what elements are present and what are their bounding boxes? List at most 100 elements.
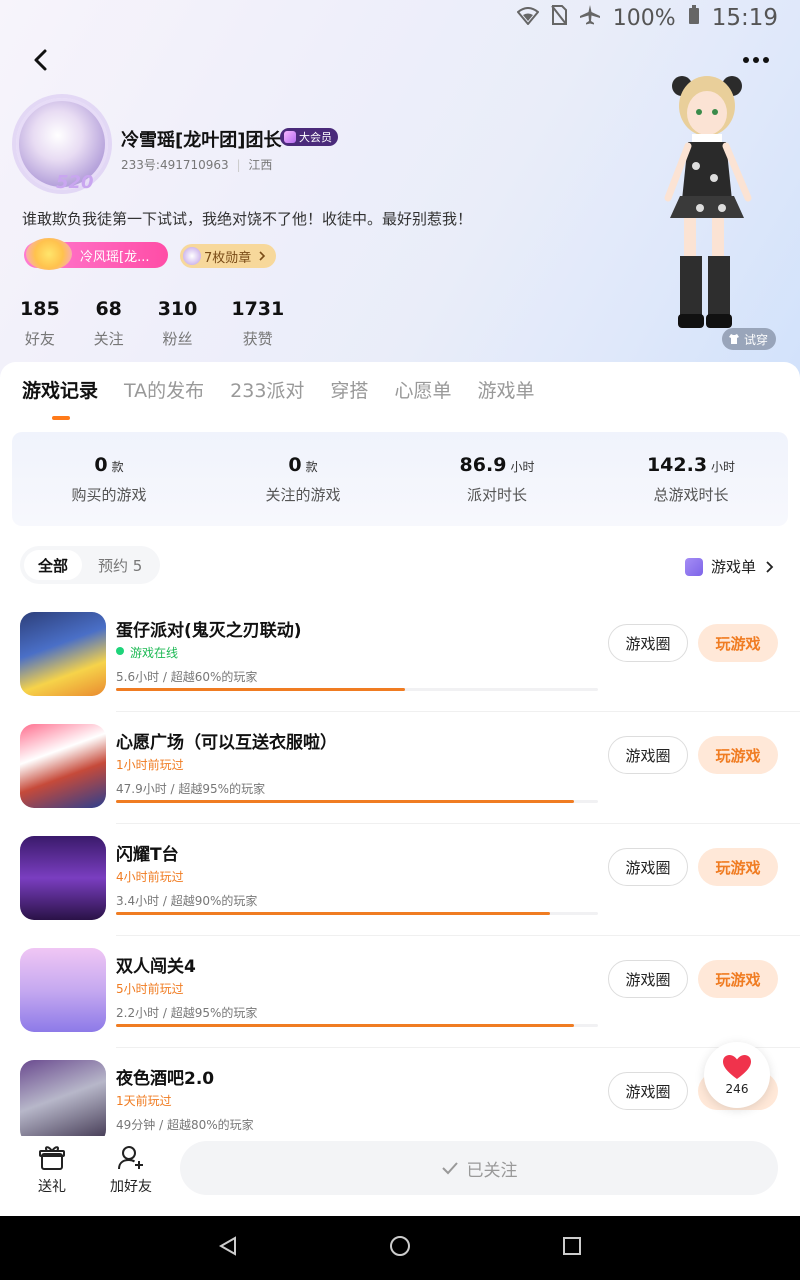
game-playtime: 3.4小时 / 超越90%的玩家 [116,894,258,908]
playtime-bar-fill [116,1024,574,1027]
user-region: 江西 [248,158,273,172]
game-icon[interactable] [20,948,106,1032]
shirt-icon [729,334,739,344]
playtime-bar [116,800,598,803]
game-row[interactable]: 双人闯关4 5小时前玩过 2.2小时 / 超越95%的玩家 游戏圈 玩游戏 [0,936,800,1048]
game-playtime: 47.9小时 / 超越95%的玩家 [116,782,266,796]
game-icon[interactable] [20,724,106,808]
user-id-line: 233号:491710963 | 江西 [121,158,273,172]
play-game-button[interactable]: 玩游戏 [698,624,778,662]
record-filter: 全部 预约 5 [20,546,161,584]
medals-chip[interactable]: 7枚勋章 [180,244,276,268]
nav-back-button[interactable] [217,1235,239,1261]
add-friend-button[interactable]: 加好友 [110,1144,152,1196]
stat-friends[interactable]: 185 好友 [20,298,60,349]
playtime-bar-fill [116,912,550,915]
likes-button[interactable]: 246 [704,1042,770,1108]
play-game-button[interactable]: 玩游戏 [698,960,778,998]
stat-value: 1731 [231,298,285,320]
game-row[interactable]: 蛋仔派对(鬼灭之刃联动) 游戏在线 5.6小时 / 超越60%的玩家 游戏圈 玩… [0,600,800,712]
game-icon[interactable] [20,612,106,696]
avatar-figure[interactable] [640,68,770,340]
summary-purchased: 0 款购买的游戏 [12,432,206,526]
summary-unit: 款 [111,459,124,474]
game-circle-button[interactable]: 游戏圈 [608,1072,688,1110]
square-recents-icon [563,1237,581,1255]
system-nav-bar [0,1216,800,1280]
nav-home-button[interactable] [389,1235,411,1261]
summary-value: 0 [288,453,302,476]
medal-icon [183,247,201,265]
summary-label: 派对时长 [466,485,527,504]
clock: 15:19 [711,5,778,31]
game-circle-button[interactable]: 游戏圈 [608,736,688,774]
stat-fans[interactable]: 310 粉丝 [158,298,198,349]
filter-all[interactable]: 全部 [24,550,83,580]
wifi-icon [516,6,540,31]
summary-total-time: 142.3 小时 总游戏时长 [594,432,788,526]
chevron-right-icon [259,251,266,261]
play-game-button[interactable]: 玩游戏 [698,736,778,774]
tab-outfits[interactable]: 穿搭 [330,376,368,403]
check-icon [441,1162,458,1175]
stat-following[interactable]: 68 关注 [94,298,124,349]
try-on-button[interactable]: 试穿 [722,328,777,350]
chevron-left-icon [34,49,47,71]
vip-badge[interactable]: 大会员 [280,128,338,146]
game-row[interactable]: 闪耀T台 4小时前玩过 3.4小时 / 超越90%的玩家 游戏圈 玩游戏 [0,824,800,936]
game-circle-button[interactable]: 游戏圈 [608,960,688,998]
game-list-label: 游戏单 [710,558,756,576]
battery-icon [688,5,700,31]
stat-value: 68 [95,298,122,320]
game-circle-button[interactable]: 游戏圈 [608,624,688,662]
game-status: 1天前玩过 [116,1094,172,1108]
filter-reserve[interactable]: 预约 5 [84,550,156,580]
summary-unit: 小时 [711,459,736,474]
game-circle-button[interactable]: 游戏圈 [608,848,688,886]
gift-label: 送礼 [38,1179,66,1195]
game-title: 双人闯关4 [116,957,196,977]
game-playtime: 2.2小时 / 超越95%的玩家 [116,1006,258,1020]
vip-label: 大会员 [299,131,332,144]
game-row[interactable]: 心愿广场（可以互送衣服啦） 1小时前玩过 47.9小时 / 超越95%的玩家 游… [0,712,800,824]
followed-button[interactable]: 已关注 [180,1141,778,1195]
pet-chip[interactable]: 冷风瑶[龙... [24,238,168,270]
play-game-button[interactable]: 玩游戏 [698,848,778,886]
tab-posts[interactable]: TA的发布 [124,376,204,403]
playtime-bar-fill [116,800,574,803]
game-status: 1小时前玩过 [116,758,184,772]
gift-button[interactable]: 送礼 [38,1144,66,1196]
nav-recents-button[interactable] [561,1235,583,1261]
profile-tabs: 游戏记录 TA的发布 233派对 穿搭 心愿单 游戏单 [22,376,534,420]
game-icon[interactable] [20,836,106,920]
summary-value: 0 [94,453,108,476]
tab-party[interactable]: 233派对 [230,376,304,403]
back-button[interactable] [26,44,58,76]
avatar-frame-badge: 520 [56,172,94,193]
stat-likes[interactable]: 1731 获赞 [231,298,284,349]
tab-wishlist[interactable]: 心愿单 [394,376,451,403]
profile-screen: 100% 15:19 520 冷雪瑶[龙叶团]团长 大会员 233号:49171… [0,0,800,1216]
playtime-bar [116,688,598,691]
stat-label: 关注 [93,330,124,348]
medals-label: 7枚勋章 [204,250,252,266]
pet-chip-label: 冷风瑶[龙... [80,249,150,265]
vip-gem-icon [284,131,296,143]
content-card: 游戏记录 TA的发布 233派对 穿搭 心愿单 游戏单 0 款购买的游戏 0 款关注… [0,362,800,1216]
summary-value: 86.9 [459,453,507,476]
status-bar: 100% 15:19 [0,0,800,36]
tab-game-records[interactable]: 游戏记录 [22,376,98,420]
likes-count: 246 [725,1082,749,1096]
user-id: 233号:491710963 [121,158,229,172]
summary-label: 购买的游戏 [71,485,147,504]
game-list-link[interactable]: 游戏单 [684,556,774,577]
summary-value: 142.3 [646,453,708,476]
airplane-icon [579,4,601,32]
tab-game-lists[interactable]: 游戏单 [477,376,534,403]
playtime-bar-fill [116,688,406,691]
game-playtime: 49分钟 / 超越80%的玩家 [116,1118,254,1132]
user-name: 冷雪瑶[龙叶团]团长 [121,130,282,151]
game-icon[interactable] [20,1060,106,1144]
battery-percent: 100% [612,5,676,31]
no-sim-icon [551,5,567,31]
